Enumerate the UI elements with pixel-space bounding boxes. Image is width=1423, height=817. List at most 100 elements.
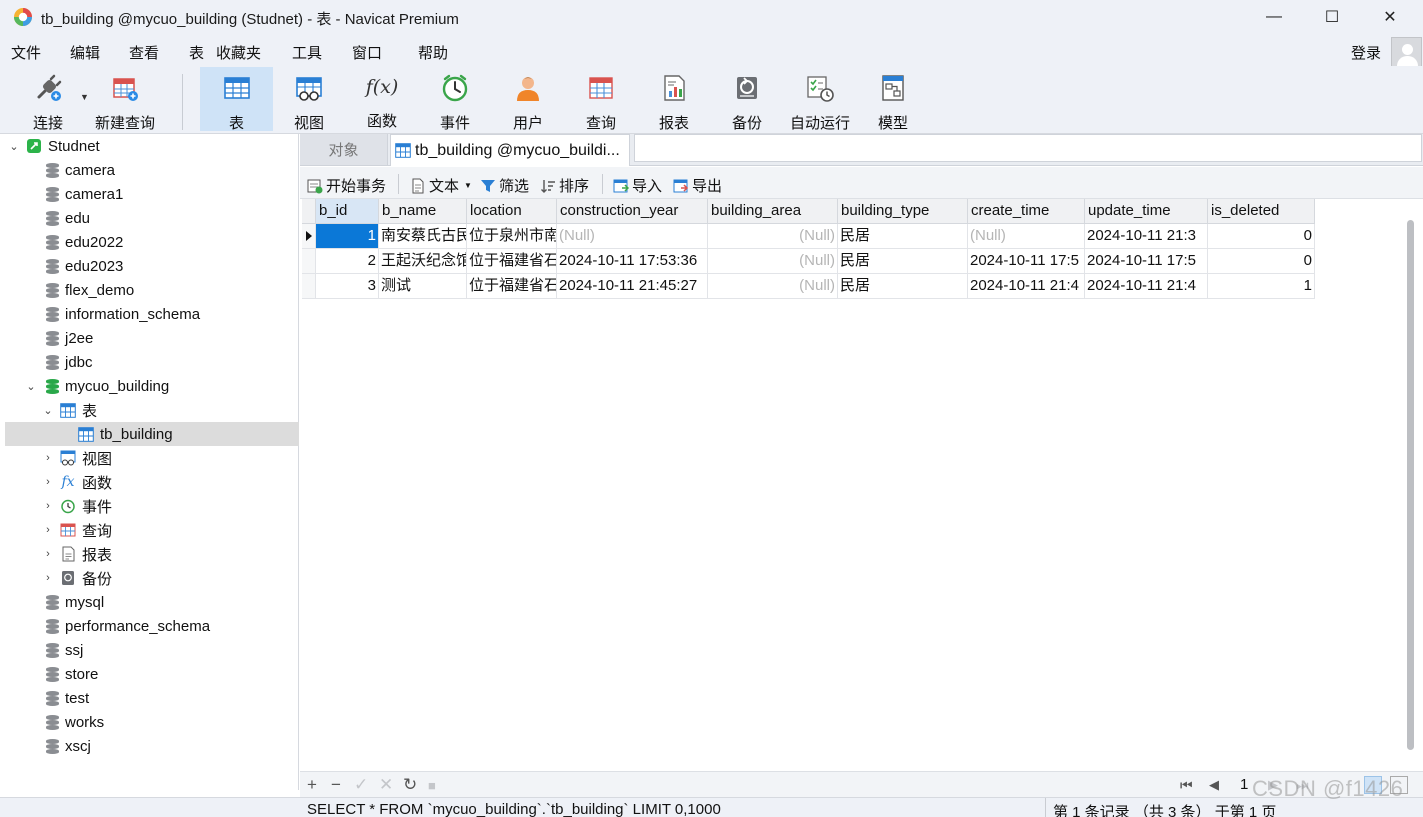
- table-cell[interactable]: (Null): [708, 274, 838, 299]
- table-cell[interactable]: 位于福建省石: [467, 249, 557, 274]
- export-button[interactable]: 导出: [673, 175, 722, 196]
- apply-changes-button[interactable]: ✓: [354, 775, 368, 795]
- table-cell[interactable]: 2024-10-11 21:4: [968, 274, 1085, 299]
- column-header-location[interactable]: location: [467, 199, 557, 224]
- chevron-down-icon[interactable]: ▼: [464, 181, 472, 190]
- chevron-right-icon[interactable]: ›: [42, 548, 54, 560]
- table-cell[interactable]: (Null): [557, 224, 708, 249]
- chevron-down-icon[interactable]: ⌄: [42, 404, 54, 417]
- tree-group-functions[interactable]: › fx 函数: [5, 470, 299, 494]
- sort-button[interactable]: 排序: [540, 175, 589, 196]
- filter-button[interactable]: 筛选: [480, 175, 529, 196]
- tree-group-reports[interactable]: › 报表: [5, 542, 299, 566]
- stop-button[interactable]: ■: [428, 778, 436, 793]
- tree-db-information-schema[interactable]: information_schema: [5, 302, 299, 326]
- column-header-is-deleted[interactable]: is_deleted: [1208, 199, 1315, 224]
- menu-file[interactable]: 文件: [11, 42, 41, 63]
- avatar[interactable]: [1391, 37, 1422, 68]
- menu-help[interactable]: 帮助: [418, 42, 448, 63]
- tree-db-store[interactable]: store: [5, 662, 299, 686]
- tab-objects[interactable]: 对象: [300, 134, 388, 165]
- tree-db-camera1[interactable]: camera1: [5, 182, 299, 206]
- chevron-down-icon[interactable]: ⌄: [25, 380, 37, 393]
- table-cell[interactable]: 1: [1208, 274, 1315, 299]
- tree-table-tb-building[interactable]: tb_building: [5, 422, 299, 446]
- tree-db-flex-demo[interactable]: flex_demo: [5, 278, 299, 302]
- tree-group-events[interactable]: › 事件: [5, 494, 299, 518]
- table-cell[interactable]: 2024-10-11 21:3: [1085, 224, 1208, 249]
- menu-edit[interactable]: 编辑: [70, 42, 100, 63]
- prev-page-button[interactable]: ◀: [1209, 777, 1219, 793]
- column-header-update-time[interactable]: update_time: [1085, 199, 1208, 224]
- events-button[interactable]: 事件: [424, 67, 486, 132]
- first-page-button[interactable]: ⏮: [1180, 777, 1193, 794]
- table-cell[interactable]: 2024-10-11 21:45:27: [557, 274, 708, 299]
- scrollbar-thumb[interactable]: [1407, 220, 1414, 750]
- backup-button[interactable]: 备份: [716, 67, 778, 132]
- table-cell[interactable]: 民居: [838, 249, 968, 274]
- menu-window[interactable]: 窗口: [352, 42, 382, 63]
- table-cell[interactable]: 3: [316, 274, 379, 299]
- table-cell[interactable]: 0: [1208, 224, 1315, 249]
- views-button[interactable]: 视图: [278, 67, 340, 132]
- page-number-field[interactable]: 1: [1240, 776, 1248, 793]
- table-cell[interactable]: 南安蔡氏古民: [379, 224, 467, 249]
- column-header-create-time[interactable]: create_time: [968, 199, 1085, 224]
- tree-connection-studnet[interactable]: ⌄ Studnet: [5, 134, 299, 158]
- functions-button[interactable]: f(x) 函数: [351, 67, 413, 131]
- menu-favorites[interactable]: 收藏夹: [216, 42, 261, 63]
- table-cell[interactable]: 王起沃纪念馆: [379, 249, 467, 274]
- menu-view[interactable]: 查看: [129, 42, 159, 63]
- tree-group-queries[interactable]: › 查询: [5, 518, 299, 542]
- vertical-scrollbar[interactable]: [1405, 218, 1416, 768]
- table-cell[interactable]: 2024-10-11 17:53:36: [557, 249, 708, 274]
- tables-button[interactable]: 表: [200, 67, 273, 132]
- maximize-button[interactable]: ☐: [1320, 6, 1344, 28]
- tree-group-tables[interactable]: ⌄ 表: [5, 398, 299, 422]
- model-button[interactable]: 模型: [862, 67, 924, 132]
- tree-db-ssj[interactable]: ssj: [5, 638, 299, 662]
- connect-dropdown-icon[interactable]: ▼: [80, 92, 89, 102]
- tree-group-views[interactable]: › 视图: [5, 446, 299, 470]
- tree-db-edu2023[interactable]: edu2023: [5, 254, 299, 278]
- queries-button[interactable]: 查询: [570, 67, 632, 132]
- table-cell[interactable]: 民居: [838, 274, 968, 299]
- table-cell[interactable]: (Null): [708, 249, 838, 274]
- refresh-button[interactable]: ↻: [403, 775, 417, 795]
- chevron-down-icon[interactable]: ⌄: [8, 140, 20, 153]
- tree-db-performance-schema[interactable]: performance_schema: [5, 614, 299, 638]
- table-cell[interactable]: 2: [316, 249, 379, 274]
- connect-button[interactable]: 连接: [16, 67, 80, 132]
- tree-db-mycuo-building[interactable]: ⌄ mycuo_building: [5, 374, 299, 398]
- table-cell[interactable]: 2024-10-11 17:5: [968, 249, 1085, 274]
- login-link[interactable]: 登录: [1351, 42, 1381, 63]
- close-button[interactable]: ✕: [1378, 6, 1402, 28]
- discard-changes-button[interactable]: ✕: [379, 775, 393, 795]
- table-cell[interactable]: 民居: [838, 224, 968, 249]
- new-query-button[interactable]: 新建查询: [92, 67, 158, 132]
- column-header-b-id[interactable]: b_id: [316, 199, 379, 224]
- column-header-construction-year[interactable]: construction_year: [557, 199, 708, 224]
- column-header-building-area[interactable]: building_area: [708, 199, 838, 224]
- tree-db-xscj[interactable]: xscj: [5, 734, 299, 758]
- chevron-right-icon[interactable]: ›: [42, 572, 54, 584]
- tree-db-camera[interactable]: camera: [5, 158, 299, 182]
- import-button[interactable]: 导入: [613, 175, 662, 196]
- tree-db-edu2022[interactable]: edu2022: [5, 230, 299, 254]
- begin-transaction-button[interactable]: 开始事务: [307, 175, 386, 196]
- tree-db-jdbc[interactable]: jdbc: [5, 350, 299, 374]
- table-cell[interactable]: 测试: [379, 274, 467, 299]
- chevron-right-icon[interactable]: ›: [42, 500, 54, 512]
- column-header-building-type[interactable]: building_type: [838, 199, 968, 224]
- table-cell[interactable]: 位于泉州市南: [467, 224, 557, 249]
- tree-db-j2ee[interactable]: j2ee: [5, 326, 299, 350]
- row-indicator[interactable]: [302, 249, 316, 274]
- table-cell[interactable]: (Null): [708, 224, 838, 249]
- menu-table[interactable]: 表: [189, 42, 204, 63]
- row-indicator[interactable]: [302, 274, 316, 299]
- delete-record-button[interactable]: −: [331, 775, 341, 795]
- chevron-right-icon[interactable]: ›: [42, 524, 54, 536]
- table-cell[interactable]: (Null): [968, 224, 1085, 249]
- row-indicator[interactable]: [302, 224, 316, 249]
- users-button[interactable]: 用户: [497, 67, 559, 132]
